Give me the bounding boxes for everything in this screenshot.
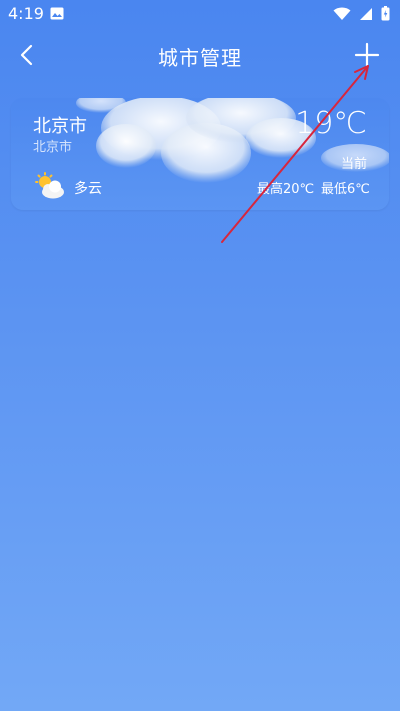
- status-bar: 4:19: [0, 0, 400, 28]
- low-temperature: 最低6℃: [321, 182, 370, 197]
- city-region: 北京市: [33, 140, 73, 155]
- high-temperature: 最高20℃: [257, 182, 315, 197]
- battery-icon: [381, 6, 390, 21]
- current-temperature: 19℃: [295, 106, 367, 141]
- current-location-label: 当前: [340, 157, 367, 172]
- wifi-icon: [333, 7, 351, 20]
- image-notification-icon: [50, 7, 64, 20]
- status-icons: [333, 6, 390, 21]
- partly-cloudy-icon: [35, 172, 64, 199]
- page-title: 城市管理: [158, 46, 242, 70]
- weather-condition: 多云: [74, 181, 102, 197]
- add-city-button[interactable]: [352, 40, 382, 70]
- status-time: 4:19: [8, 4, 44, 23]
- city-name: 北京市: [33, 116, 87, 137]
- signal-icon: [360, 7, 372, 20]
- city-card[interactable]: 北京市 北京市 19℃ 当前 多云 最高20℃ 最低6℃: [11, 98, 389, 210]
- app-bar: 城市管理: [0, 28, 400, 82]
